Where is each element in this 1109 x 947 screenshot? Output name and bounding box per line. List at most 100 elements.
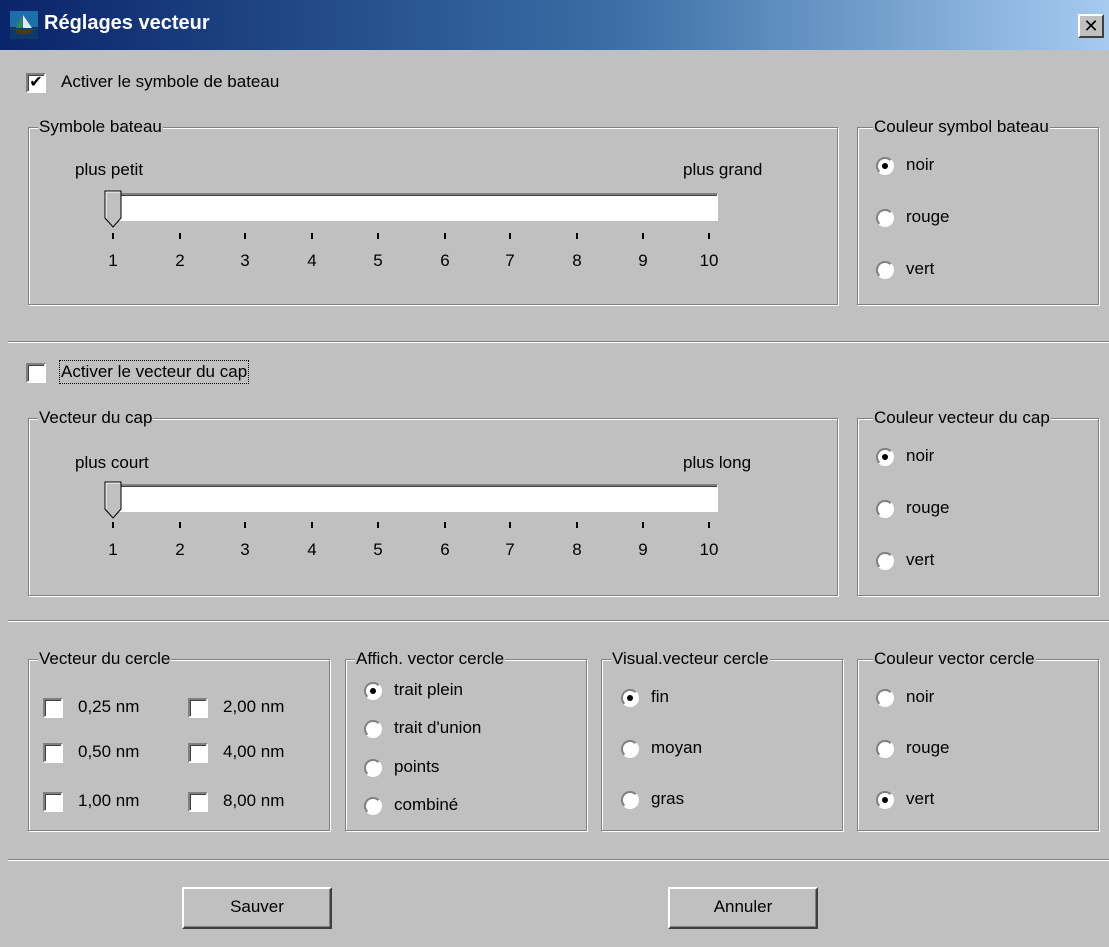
boat-color-radio[interactable] — [876, 209, 894, 227]
circle-distance-checkbox[interactable] — [43, 743, 63, 763]
slider-tick — [642, 233, 644, 239]
boat-slider-min-label: plus petit — [75, 160, 144, 179]
boat-color-label: noir — [906, 155, 935, 174]
heading-length-slider[interactable] — [106, 484, 718, 512]
slider-tick — [179, 522, 181, 528]
slider-tick-label: 1 — [108, 540, 118, 559]
slider-tick-label: 6 — [440, 251, 450, 270]
slider-tick-label: 9 — [638, 540, 648, 559]
boat-color-radio[interactable] — [876, 261, 894, 279]
slider-tick-label: 8 — [572, 251, 582, 270]
heading-color-radio[interactable] — [876, 448, 894, 466]
circle-visual-group-label: Visual.vecteur cercle — [611, 649, 770, 669]
heading-color-label: rouge — [906, 498, 950, 517]
circle-visual-label: fin — [651, 687, 669, 706]
slider-tick-label: 4 — [307, 540, 317, 559]
boat-size-slider[interactable] — [106, 193, 718, 221]
circle-color-label: noir — [906, 687, 935, 706]
radio-dot-icon — [882, 797, 888, 803]
close-button[interactable]: ✕ — [1078, 14, 1104, 38]
circle-visual-radio[interactable] — [621, 689, 639, 707]
radio-dot-icon — [370, 688, 376, 694]
heading-length-slider-thumb[interactable] — [104, 481, 124, 521]
slider-tick — [112, 522, 114, 528]
enable-heading-vector-checkbox[interactable] — [26, 363, 46, 383]
slider-tick — [244, 522, 246, 528]
circle-distance-label: 2,00 nm — [223, 697, 285, 716]
slider-tick-label: 10 — [699, 251, 719, 270]
slider-tick — [576, 522, 578, 528]
slider-tick — [311, 233, 313, 239]
heading-color-radio[interactable] — [876, 552, 894, 570]
boat-color-label: rouge — [906, 207, 950, 226]
slider-tick-label: 7 — [505, 540, 515, 559]
boat-size-slider-thumb[interactable] — [104, 190, 124, 230]
circle-distance-checkbox[interactable] — [43, 792, 63, 812]
circle-display-label: trait d'union — [394, 718, 482, 737]
slider-tick-label: 9 — [638, 251, 648, 270]
slider-tick-label: 2 — [175, 251, 185, 270]
heading-color-group-label: Couleur vecteur du cap — [873, 408, 1051, 428]
heading-color-label: vert — [906, 550, 935, 569]
slider-tick — [377, 522, 379, 528]
circle-visual-label: gras — [651, 789, 685, 808]
slider-tick-label: 3 — [240, 540, 250, 559]
slider-tick — [642, 522, 644, 528]
circle-display-label: trait plein — [394, 680, 463, 699]
slider-tick — [179, 233, 181, 239]
save-button[interactable]: Sauver — [182, 887, 332, 929]
circle-color-radio[interactable] — [876, 689, 894, 707]
circle-display-radio[interactable] — [364, 682, 382, 700]
circle-distance-checkbox[interactable] — [188, 743, 208, 763]
circle-color-group-label: Couleur vector cercle — [873, 649, 1036, 669]
separator — [8, 620, 1109, 622]
slider-tick — [311, 522, 313, 528]
slider-tick — [444, 522, 446, 528]
slider-tick-label: 2 — [175, 540, 185, 559]
cancel-button[interactable]: Annuler — [668, 887, 818, 929]
circle-display-radio[interactable] — [364, 759, 382, 777]
slider-tick-label: 3 — [240, 251, 250, 270]
heading-color-radio[interactable] — [876, 500, 894, 518]
slider-tick — [509, 522, 511, 528]
close-icon: ✕ — [1083, 16, 1099, 36]
circle-visual-radio[interactable] — [621, 791, 639, 809]
check-icon: ✔ — [29, 74, 43, 91]
slider-tick — [509, 233, 511, 239]
circle-color-radio[interactable] — [876, 740, 894, 758]
enable-heading-vector-label: Activer le vecteur du cap — [58, 360, 250, 384]
boat-slider-max-label: plus grand — [683, 160, 763, 179]
heading-vector-group-label: Vecteur du cap — [38, 408, 154, 428]
circle-visual-radio[interactable] — [621, 740, 639, 758]
circle-display-radio[interactable] — [364, 797, 382, 815]
heading-slider-min-label: plus court — [75, 453, 149, 472]
enable-boat-symbol-label: Activer le symbole de bateau — [61, 72, 280, 91]
circle-vector-group — [28, 659, 330, 831]
slider-tick-label: 5 — [373, 540, 383, 559]
window-title: Réglages vecteur — [44, 12, 210, 34]
circle-distance-checkbox[interactable] — [188, 698, 208, 718]
slider-tick-label: 1 — [108, 251, 118, 270]
heading-color-label: noir — [906, 446, 935, 465]
slider-tick — [112, 233, 114, 239]
radio-dot-icon — [882, 163, 888, 169]
radio-dot-icon — [882, 454, 888, 460]
circle-color-radio[interactable] — [876, 791, 894, 809]
enable-boat-symbol-checkbox[interactable]: ✔ — [26, 73, 46, 93]
separator — [8, 859, 1109, 861]
heading-slider-max-label: plus long — [683, 453, 752, 472]
slider-tick-label: 8 — [572, 540, 582, 559]
slider-tick — [708, 233, 710, 239]
slider-tick — [377, 233, 379, 239]
slider-tick — [576, 233, 578, 239]
circle-distance-checkbox[interactable] — [188, 792, 208, 812]
slider-tick-label: 6 — [440, 540, 450, 559]
circle-color-label: vert — [906, 789, 935, 808]
slider-tick-label: 10 — [699, 540, 719, 559]
circle-distance-checkbox[interactable] — [43, 698, 63, 718]
slider-tick-label: 4 — [307, 251, 317, 270]
separator — [8, 341, 1109, 343]
boat-color-radio[interactable] — [876, 157, 894, 175]
circle-display-radio[interactable] — [364, 720, 382, 738]
boat-color-label: vert — [906, 259, 935, 278]
